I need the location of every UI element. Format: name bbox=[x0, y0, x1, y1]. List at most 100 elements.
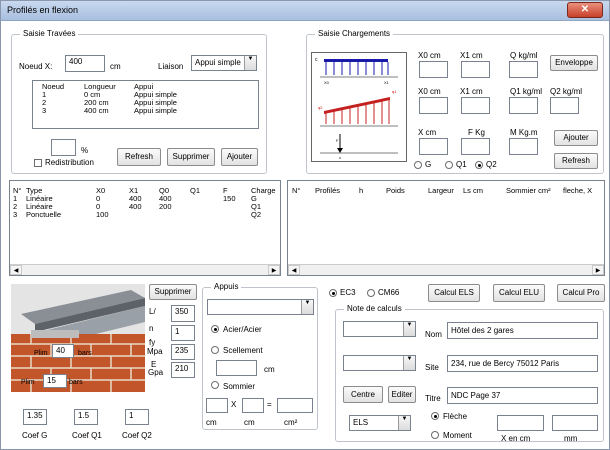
radio-g[interactable] bbox=[414, 161, 422, 169]
charges-cell: 3 bbox=[13, 210, 18, 219]
sommier-area-input[interactable] bbox=[277, 398, 313, 413]
coef-q1-input[interactable]: 1.5 bbox=[74, 409, 98, 425]
beam-wall-image bbox=[11, 284, 145, 392]
travees-refresh-button[interactable]: Refresh bbox=[117, 148, 161, 166]
centre-button[interactable]: Centre bbox=[343, 386, 383, 403]
radio-q2-label: Q2 bbox=[486, 160, 497, 169]
travees-cell: 3 bbox=[42, 106, 47, 115]
calcul-elu-button[interactable]: Calcul ELU bbox=[493, 284, 545, 302]
r1-x1-input[interactable] bbox=[461, 61, 490, 78]
r3-x-input[interactable] bbox=[419, 138, 448, 155]
n-input[interactable]: 1 bbox=[171, 325, 195, 341]
close-button[interactable]: ✕ bbox=[567, 2, 603, 18]
charges-col-q0: Q0 400 200 bbox=[159, 187, 172, 211]
plim2-label: Plim bbox=[21, 379, 35, 386]
times-label: X bbox=[231, 400, 237, 409]
main-window: Profilés en flexion ✕ Saisie Travées Noe… bbox=[0, 0, 610, 450]
noeud-label: Noeud X: bbox=[19, 62, 53, 71]
r2-q2-input[interactable] bbox=[550, 97, 579, 114]
diagram-q2-label: q2 bbox=[318, 105, 323, 110]
chargements-refresh-button[interactable]: Refresh bbox=[554, 153, 598, 169]
mm-input[interactable] bbox=[552, 415, 598, 431]
gpa-label: Gpa bbox=[148, 368, 164, 377]
charges-col-x0: X0 0 0 100 bbox=[96, 187, 109, 219]
uniform-load-arrows bbox=[325, 62, 389, 75]
plim2-input[interactable]: 15 bbox=[43, 374, 67, 388]
travees-supprimer-button[interactable]: Supprimer bbox=[167, 148, 215, 166]
r1-q-input[interactable] bbox=[509, 61, 538, 78]
profiles-header-profiles: Profilés bbox=[315, 186, 341, 195]
profiles-supprimer-button[interactable]: Supprimer bbox=[149, 284, 197, 300]
scroll-left-icon[interactable]: ◀ bbox=[288, 265, 300, 275]
calcul-pro-button[interactable]: Calcul Pro bbox=[557, 284, 605, 302]
profiles-list[interactable]: N° Profilés h Poids Largeur Ls cm Sommie… bbox=[287, 180, 605, 276]
radio-fleche[interactable] bbox=[431, 412, 439, 420]
travees-col-longueur: Longueur 0 cm 200 cm 400 cm bbox=[84, 83, 116, 115]
enveloppe-button[interactable]: Enveloppe bbox=[550, 55, 598, 71]
nom-select[interactable]: ▼ bbox=[343, 321, 416, 337]
coef-q1-label: Coef Q1 bbox=[72, 431, 102, 440]
radio-moment[interactable] bbox=[431, 431, 439, 439]
radio-sommier[interactable] bbox=[211, 381, 219, 389]
redistribution-label: Redistribution bbox=[45, 158, 94, 167]
chargements-ajouter-button[interactable]: Ajouter bbox=[554, 130, 598, 146]
fy-input[interactable]: 235 bbox=[171, 344, 195, 360]
els-select[interactable]: ELS ▼ bbox=[349, 415, 411, 431]
radio-q1[interactable] bbox=[445, 161, 453, 169]
r2-x0-input[interactable] bbox=[419, 97, 448, 114]
appuis-select[interactable]: ▼ bbox=[207, 299, 314, 315]
els-select-value: ELS bbox=[353, 418, 369, 427]
scroll-left-icon[interactable]: ◀ bbox=[10, 265, 22, 275]
diagram-q1-label: q1 bbox=[392, 89, 397, 94]
e-input[interactable]: 210 bbox=[171, 362, 195, 378]
site-select[interactable]: ▼ bbox=[343, 355, 416, 371]
radio-cm66[interactable] bbox=[367, 289, 375, 297]
profiles-header-h: h bbox=[359, 186, 364, 195]
editer-button[interactable]: Editer bbox=[388, 386, 416, 403]
r3-f-input[interactable] bbox=[461, 138, 490, 155]
diagram-c-label: c bbox=[315, 57, 318, 63]
charges-col-charge: Charge G Q1 Q2 bbox=[251, 187, 276, 219]
liaison-select[interactable]: Appui simple ▼ bbox=[191, 55, 257, 71]
coef-g-input[interactable]: 1.35 bbox=[23, 409, 47, 425]
titre-label: Titre bbox=[425, 394, 441, 403]
noeud-input[interactable]: 400 bbox=[65, 55, 105, 72]
l-input[interactable]: 350 bbox=[171, 305, 195, 322]
r1-x0-input[interactable] bbox=[419, 61, 448, 78]
scellement-input[interactable] bbox=[216, 360, 257, 376]
load-diagram-svg: c X0 X1 q2 q1 F x bbox=[315, 57, 398, 160]
coef-g-label: Coef G bbox=[22, 431, 48, 440]
percent-input[interactable] bbox=[51, 139, 76, 156]
travees-ajouter-button[interactable]: Ajouter bbox=[221, 148, 258, 166]
r1-x0-label: X0 cm bbox=[418, 51, 441, 60]
sommier-l-input[interactable] bbox=[242, 398, 264, 413]
sommier-w-input[interactable] bbox=[206, 398, 228, 413]
r2-x1-input[interactable] bbox=[461, 97, 490, 114]
sommier-unit-1: cm bbox=[206, 418, 217, 427]
charges-hscrollbar[interactable]: ◀ ▶ bbox=[10, 264, 280, 275]
travees-list[interactable]: Noeud 1 2 3 Longueur 0 cm 200 cm 400 cm … bbox=[32, 80, 259, 129]
charges-list[interactable]: N° 1 2 3 Type Linéaire Linéaire Ponctuel… bbox=[9, 180, 281, 276]
radio-q2[interactable] bbox=[475, 161, 483, 169]
r3-m-input[interactable] bbox=[509, 138, 538, 155]
profiles-hscrollbar[interactable]: ◀ ▶ bbox=[288, 264, 604, 275]
radio-scellement[interactable] bbox=[211, 346, 219, 354]
radio-ec3[interactable] bbox=[329, 289, 337, 297]
radio-g-label: G bbox=[425, 160, 432, 169]
r2-q1-input[interactable] bbox=[509, 97, 538, 114]
scroll-right-icon[interactable]: ▶ bbox=[268, 265, 280, 275]
coef-q2-input[interactable]: 1 bbox=[125, 409, 149, 425]
site-input[interactable]: 234, rue de Bercy 75012 Paris bbox=[447, 355, 598, 372]
x-en-cm-input[interactable] bbox=[497, 415, 544, 431]
plim1-input[interactable]: 40 bbox=[52, 344, 74, 358]
redistribution-checkbox[interactable] bbox=[34, 159, 42, 167]
scellement-unit: cm bbox=[264, 365, 275, 374]
profiles-header-largeur: Largeur bbox=[428, 186, 454, 195]
calcul-els-button[interactable]: Calcul ELS bbox=[428, 284, 480, 302]
scroll-right-icon[interactable]: ▶ bbox=[592, 265, 604, 275]
travees-cell: Appui simple bbox=[134, 106, 177, 115]
nom-input[interactable]: Hôtel des 2 gares bbox=[447, 322, 598, 339]
radio-acier[interactable] bbox=[211, 325, 219, 333]
diagram-x-label: x bbox=[339, 155, 341, 160]
titre-input[interactable]: NDC Page 37 bbox=[447, 387, 598, 404]
